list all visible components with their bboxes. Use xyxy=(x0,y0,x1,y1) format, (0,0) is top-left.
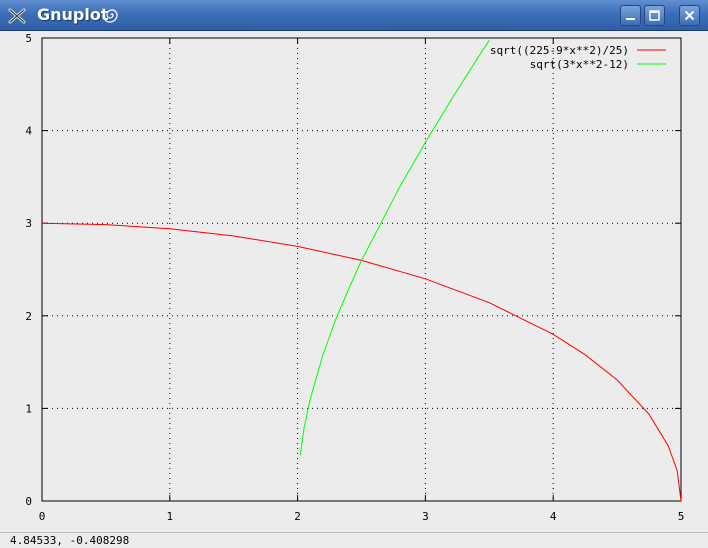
chart[interactable]: 0 1 2 3 4 5 0 1 2 3 4 5 sqrt((225-9*x**2)/25)sqrt(3… xyxy=(0,31,708,533)
ticks xyxy=(41,37,682,502)
tick-labels: 0 1 2 3 4 5 0 1 2 3 4 5 xyxy=(25,32,684,523)
legend-label-2: sqrt(3*x**2-12) xyxy=(530,58,629,71)
mouse-coordinates: 4.84533, -0.408298 xyxy=(10,534,130,547)
legend-label-1: sqrt((225-9*x**2)/25) xyxy=(490,44,629,57)
y-tick-label: 5 xyxy=(25,32,32,45)
y-tick-label: 0 xyxy=(25,495,32,508)
minimize-button[interactable] xyxy=(620,5,641,26)
x-tick-label: 2 xyxy=(294,510,301,523)
minimize-icon xyxy=(626,18,635,20)
plot-frame xyxy=(41,37,682,502)
maximize-button[interactable] xyxy=(644,5,665,26)
y-tick-label: 4 xyxy=(25,125,32,138)
series-line-2 xyxy=(299,40,490,456)
y-tick-label: 3 xyxy=(25,217,32,230)
title-bar[interactable]: Gnuplot xyxy=(0,0,708,31)
x-tick-label: 3 xyxy=(422,510,429,523)
status-bar: 4.84533, -0.408298 xyxy=(0,532,708,548)
y-tick-label: 1 xyxy=(25,402,32,415)
y-tick-label: 2 xyxy=(25,310,32,323)
legend: sqrt((225-9*x**2)/25)sqrt(3*x**2-12) xyxy=(490,44,666,71)
maximize-icon xyxy=(649,10,660,21)
grid xyxy=(42,38,681,501)
series-group xyxy=(41,40,682,502)
x-tick-label: 5 xyxy=(678,510,685,523)
close-icon xyxy=(684,10,695,21)
x-tick-label: 0 xyxy=(39,510,46,523)
swirl-icon xyxy=(102,6,121,24)
series-line-1 xyxy=(41,222,682,502)
plot-area[interactable]: 0 1 2 3 4 5 0 1 2 3 4 5 sqrt((225-9*x**2)/25) sqrt(3… xyxy=(0,31,708,533)
window-title: Gnuplot xyxy=(37,5,109,24)
gnuplot-x-icon[interactable] xyxy=(8,7,26,25)
x-tick-label: 4 xyxy=(550,510,557,523)
close-button[interactable] xyxy=(679,5,700,26)
x-tick-label: 1 xyxy=(166,510,173,523)
